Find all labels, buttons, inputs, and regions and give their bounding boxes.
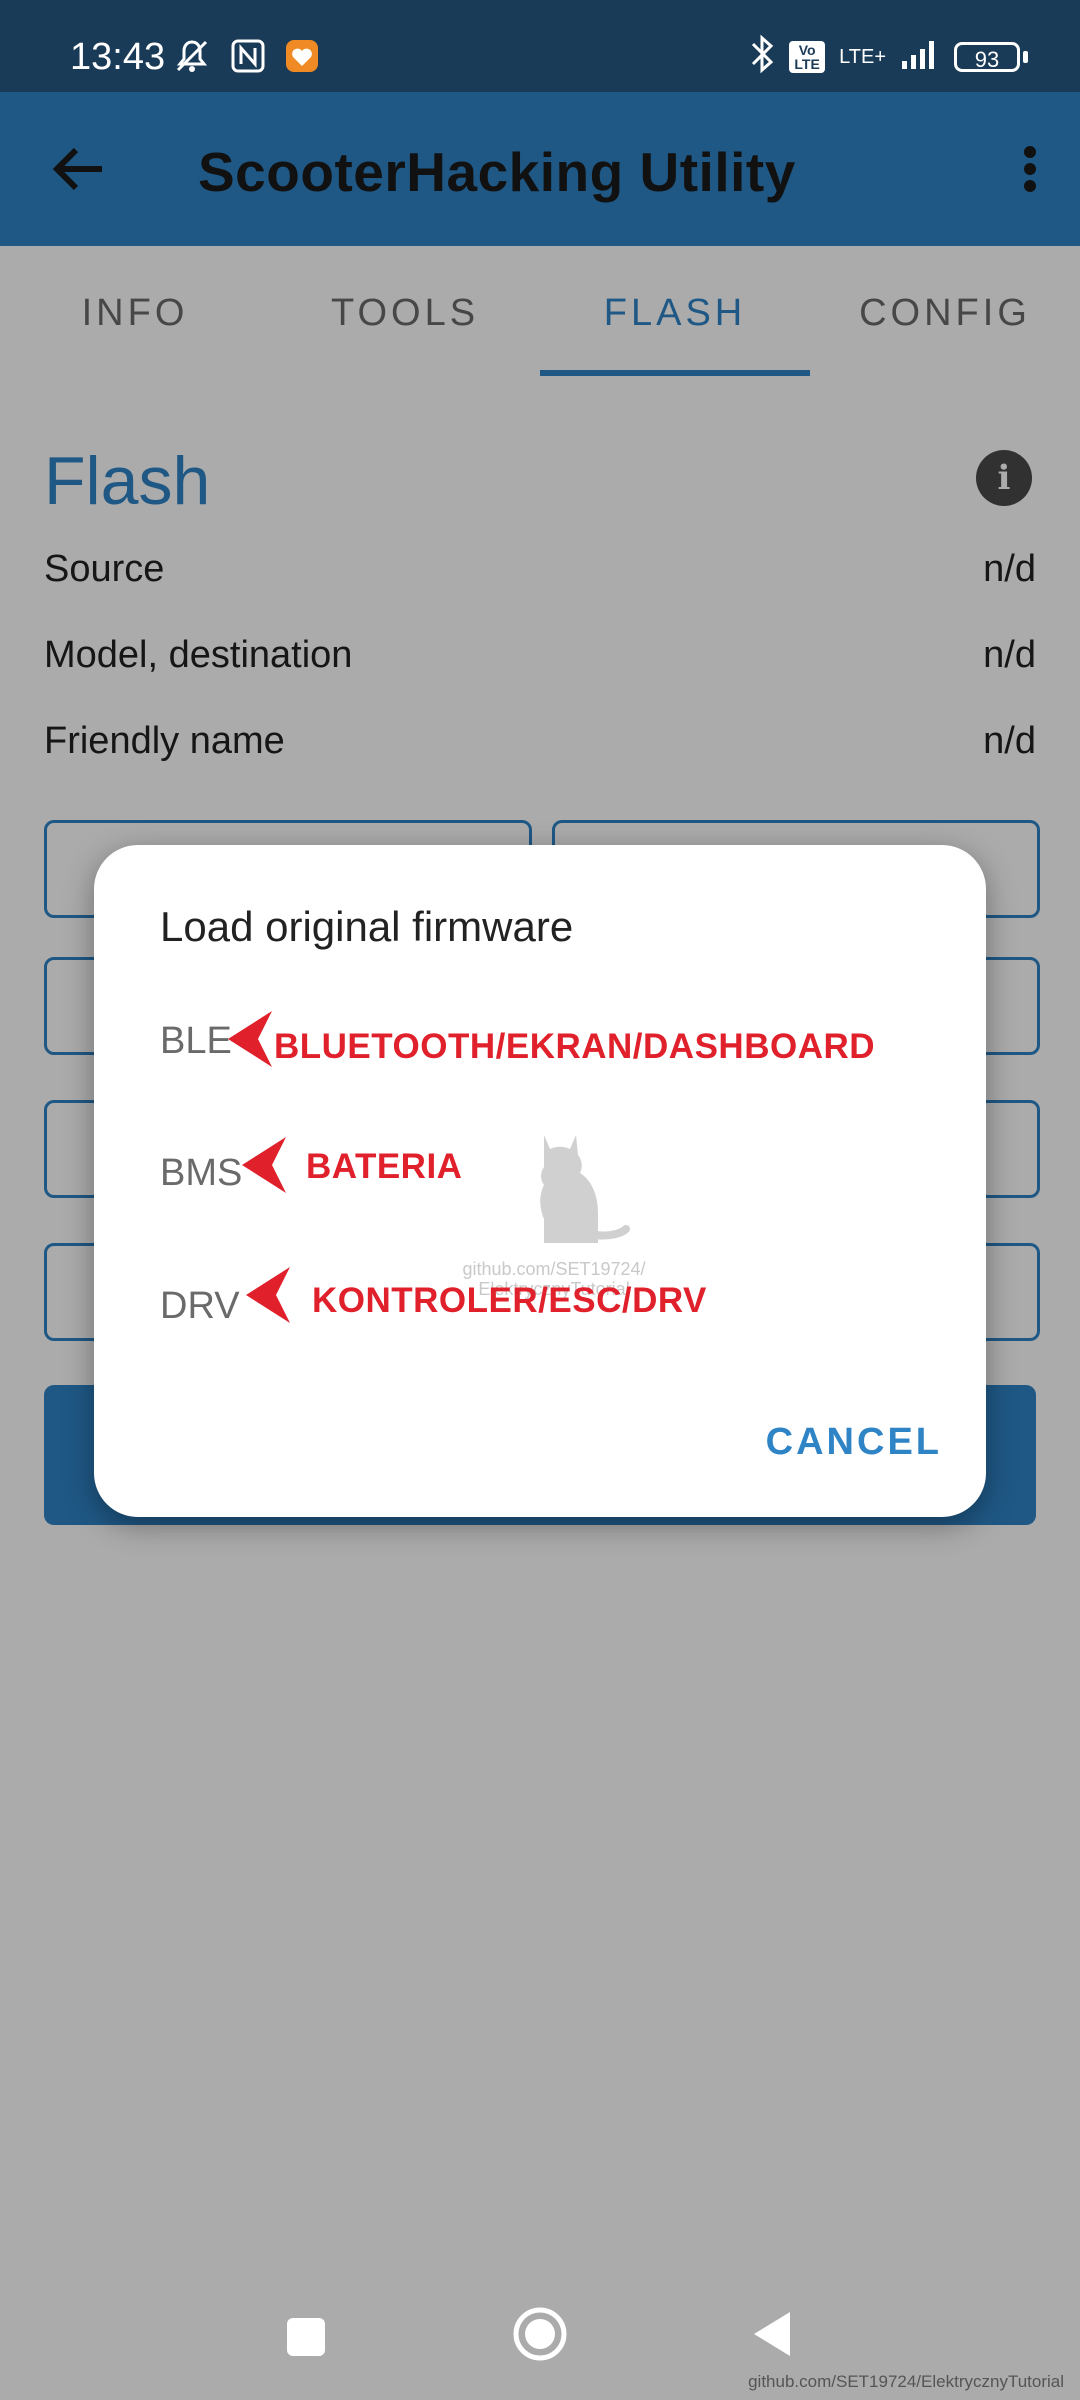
- red-arrow-icon: [246, 1267, 290, 1323]
- firmware-option-drv[interactable]: DRV: [160, 1285, 240, 1328]
- dialog-title: Load original firmware: [160, 903, 574, 950]
- watermark-line: github.com/SET19724/: [462, 1259, 646, 1279]
- network-type-label: LTE+: [839, 45, 886, 68]
- firmware-option-ble[interactable]: BLE: [160, 1020, 232, 1063]
- annotation-drv: KONTROLER/ESC/DRV: [312, 1281, 707, 1320]
- status-time: 13:43: [70, 36, 166, 78]
- cat-watermark-icon: [540, 1135, 630, 1243]
- cat-watermark: github.com/SET19724/ ElektrycznyTutorial: [434, 1115, 674, 1299]
- system-nav-bar: github.com/SET19724/ElektrycznyTutorial: [0, 2270, 1080, 2400]
- signal-icon: [900, 37, 940, 77]
- volte-badge: Vo LTE: [789, 41, 826, 73]
- square-icon: [286, 2318, 326, 2361]
- nfc-icon: [230, 38, 266, 79]
- home-circle-icon: [512, 2307, 568, 2366]
- cancel-button[interactable]: CANCEL: [766, 1421, 942, 1464]
- red-arrow-icon: [228, 1011, 272, 1067]
- back-nav-button[interactable]: [752, 2310, 792, 2363]
- annotation-ble: BLUETOOTH/EKRAN/DASHBOARD: [274, 1027, 876, 1066]
- health-app-icon: [284, 38, 320, 79]
- battery-indicator: 93: [954, 42, 1028, 72]
- mute-vibrate-icon: [172, 36, 212, 81]
- triangle-back-icon: [752, 2312, 792, 2362]
- recents-button[interactable]: [286, 2317, 326, 2362]
- status-bar: 13:43 Vo LTE LTE+ 93: [0, 0, 1080, 92]
- battery-level: 93: [954, 42, 1020, 72]
- bluetooth-icon: [749, 34, 775, 80]
- red-arrow-icon: [242, 1137, 286, 1193]
- home-button[interactable]: [512, 2306, 568, 2367]
- firmware-option-bms[interactable]: BMS: [160, 1152, 242, 1195]
- annotation-bms: BATERIA: [306, 1147, 463, 1186]
- load-firmware-dialog: Load original firmware github.com/SET197…: [94, 845, 986, 1517]
- footer-credit: github.com/SET19724/ElektrycznyTutorial: [748, 2372, 1064, 2391]
